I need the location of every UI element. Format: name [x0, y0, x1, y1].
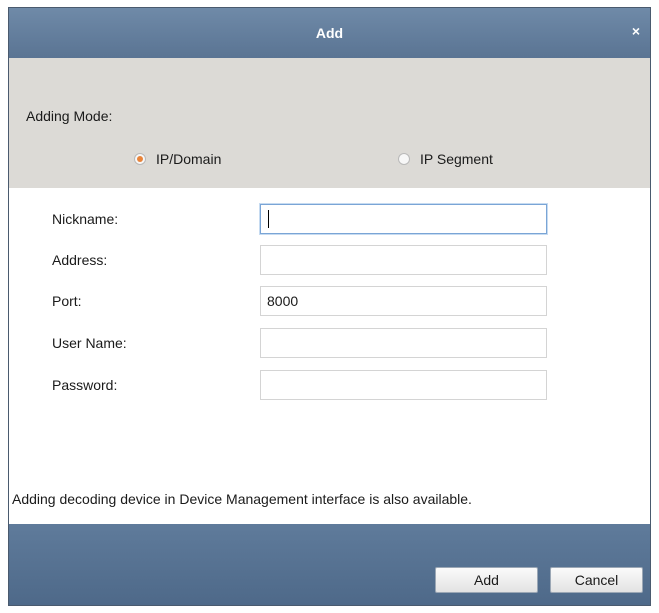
- port-label: Port:: [52, 293, 82, 309]
- password-input[interactable]: [260, 370, 547, 400]
- form-row-nickname: Nickname:: [9, 204, 650, 234]
- radio-label-ip-segment: IP Segment: [420, 151, 493, 167]
- port-input[interactable]: [260, 286, 547, 316]
- radio-option-ip-segment[interactable]: IP Segment: [398, 151, 493, 167]
- close-icon[interactable]: ×: [628, 22, 644, 40]
- cancel-button[interactable]: Cancel: [550, 567, 643, 593]
- user-name-input[interactable]: [260, 328, 547, 358]
- info-message: Adding decoding device in Device Managem…: [12, 491, 472, 507]
- dialog-footer: Add Cancel: [9, 524, 650, 605]
- radio-unchecked-icon[interactable]: [398, 153, 410, 165]
- nickname-label: Nickname:: [52, 211, 119, 227]
- radio-checked-icon[interactable]: [134, 153, 146, 165]
- radio-option-ip-domain[interactable]: IP/Domain: [134, 151, 221, 167]
- adding-mode-panel: Adding Mode: IP/Domain IP Segment: [9, 58, 650, 188]
- add-button[interactable]: Add: [435, 567, 538, 593]
- adding-mode-label: Adding Mode:: [26, 108, 113, 124]
- form-row-user-name: User Name:: [9, 328, 650, 358]
- form-row-password: Password:: [9, 370, 650, 400]
- text-caret: [268, 210, 269, 228]
- radio-label-ip-domain: IP/Domain: [156, 151, 222, 167]
- user-name-label: User Name:: [52, 335, 127, 351]
- title-bar: Add ×: [9, 8, 650, 58]
- address-label: Address:: [52, 252, 108, 268]
- dialog-title: Add: [315, 25, 344, 41]
- address-input[interactable]: [260, 245, 547, 275]
- form-row-address: Address:: [9, 245, 650, 275]
- password-label: Password:: [52, 377, 118, 393]
- form-row-port: Port:: [9, 286, 650, 316]
- nickname-input[interactable]: [260, 204, 547, 234]
- add-device-dialog: Add × Adding Mode: IP/Domain IP Segment …: [8, 7, 651, 606]
